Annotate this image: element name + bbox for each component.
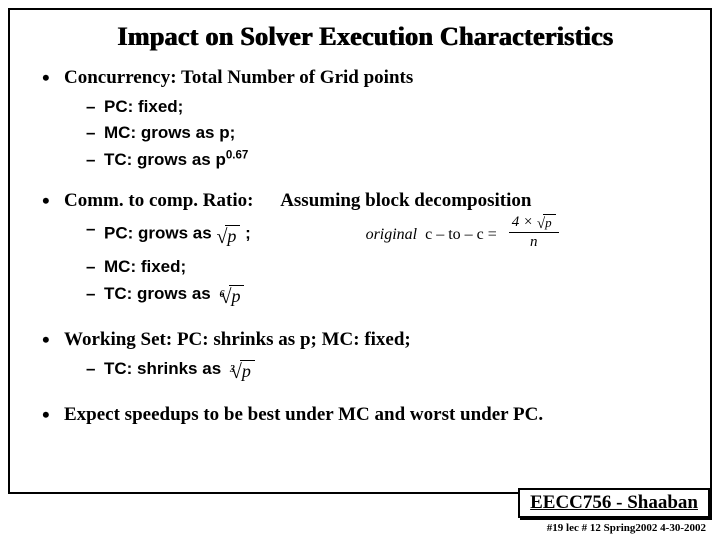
sub-list: PC: grows as √p ; original c – to – c = … xyxy=(64,217,692,312)
root-index: 3 xyxy=(230,364,235,375)
text: 4 × xyxy=(512,214,533,230)
bullet-comm-ratio: Comm. to comp. Ratio: Assuming block dec… xyxy=(38,189,692,312)
sub-list: TC: shrinks as 3√p xyxy=(64,357,692,387)
course-label: EECC756 - Shaaban xyxy=(530,492,698,513)
subitem: PC: grows as √p ; original c – to – c = … xyxy=(86,217,692,253)
subitem: TC: shrinks as 3√p xyxy=(86,357,692,387)
root-icon: 3√p xyxy=(226,358,255,387)
bullet-head: Expect speedups to be best under MC and … xyxy=(64,404,543,425)
text: ; xyxy=(245,224,251,243)
bullet-concurrency: Concurrency: Total Number of Grid points… xyxy=(38,66,692,173)
slide: Impact on Solver Execution Characteristi… xyxy=(0,0,720,540)
sqrt-icon: √p xyxy=(216,223,240,252)
superscript: 0.67 xyxy=(226,149,248,161)
bullet-head: Concurrency: Total Number of Grid points xyxy=(64,67,413,88)
subitem: TC: grows as p0.67 xyxy=(86,148,692,173)
footer-meta: #19 lec # 12 Spring2002 4-30-2002 xyxy=(547,522,706,534)
bullet-head: Comm. to comp. Ratio: xyxy=(64,190,253,211)
subitem: MC: fixed; xyxy=(86,255,692,280)
bullet-head: Working Set: PC: shrinks as p; MC: fixed… xyxy=(64,329,411,350)
numerator: 4 × √p xyxy=(509,215,559,233)
text: c – to – c = xyxy=(425,226,497,243)
root-icon: 6√p xyxy=(215,283,244,312)
root-index: 6 xyxy=(219,289,224,300)
bullet-head-extra: Assuming block decomposition xyxy=(280,190,531,211)
sub-list: PC: fixed; MC: grows as p; TC: grows as … xyxy=(64,95,692,173)
text: PC: grows as xyxy=(104,224,212,243)
slide-title: Impact on Solver Execution Characteristi… xyxy=(38,22,692,52)
bullet-expect: Expect speedups to be best under MC and … xyxy=(38,403,692,428)
bullet-working-set: Working Set: PC: shrinks as p; MC: fixed… xyxy=(38,328,692,387)
sqrt-icon: √p xyxy=(537,217,556,232)
text: original xyxy=(366,226,418,243)
text: TC: shrinks as xyxy=(104,359,221,378)
content-frame: Impact on Solver Execution Characteristi… xyxy=(8,8,712,494)
formula: original c – to – c = 4 × √p n xyxy=(366,226,559,243)
bullet-list: Concurrency: Total Number of Grid points… xyxy=(38,66,692,427)
radicand: p xyxy=(240,360,255,381)
radicand: p xyxy=(543,214,556,230)
radicand: p xyxy=(229,285,244,306)
footer-box: EECC756 - Shaaban xyxy=(518,488,710,518)
subitem: TC: grows as 6√p xyxy=(86,282,692,312)
bullet-head-row: Comm. to comp. Ratio: Assuming block dec… xyxy=(64,190,531,211)
text: TC: grows as p xyxy=(104,150,226,169)
text: TC: grows as xyxy=(104,284,211,303)
subitem: PC: fixed; xyxy=(86,95,692,120)
denominator: n xyxy=(509,233,559,251)
fraction: 4 × √p n xyxy=(509,215,559,251)
radicand: p xyxy=(225,225,240,246)
subitem: MC: grows as p; xyxy=(86,121,692,146)
